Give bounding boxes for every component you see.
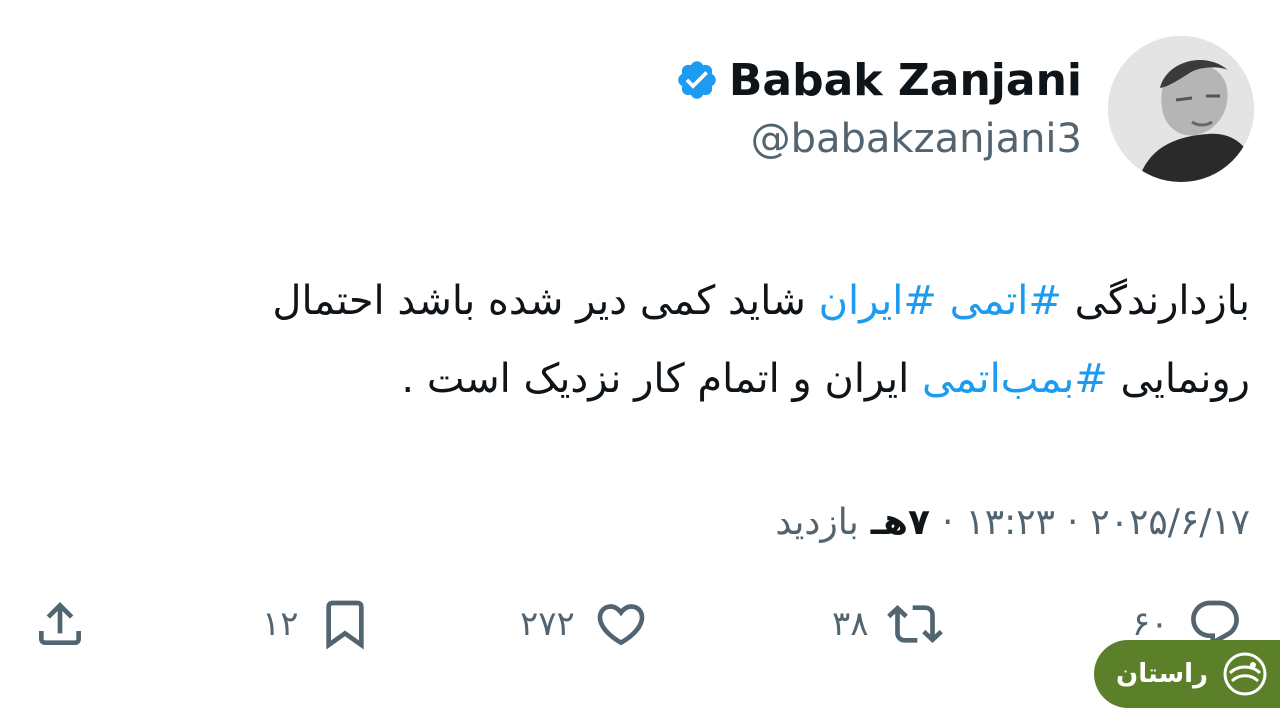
watermark-badge: راستان [1094,640,1280,708]
tweet-text-segment [937,278,950,324]
like-count: ۲۷۲ [520,604,575,644]
avatar[interactable] [1108,36,1254,182]
like-icon [597,604,645,646]
tweet-text-segment: ایران و اتمام کار نزدیک است . [401,356,922,402]
verified-badge-icon [678,61,716,99]
tweet-meta: ۲۰۲۵/۶/۱۷ · ۱۳:۲۳ · ۷هـ بازدید [775,494,1250,550]
share-icon [39,602,81,645]
tweet-line-1: بازدارندگی #اتمی #ایران شاید کمی دیر شده… [30,262,1250,340]
retweet-count: ۳۸ [832,604,869,644]
profile-name-row: Babak Zanjani [675,52,1082,108]
views-label: بازدید [775,501,859,543]
hashtag-link[interactable]: #بمب‌اتمی [922,356,1108,402]
bookmark-count: ۱۲ [262,604,299,644]
avatar-image [1108,36,1254,182]
display-name[interactable]: Babak Zanjani [729,55,1082,106]
bookmark-icon [325,600,364,650]
retweet-icon [886,605,943,643]
tweet-text: بازدارندگی #اتمی #ایران شاید کمی دیر شده… [30,262,1250,418]
meta-separator: · [942,501,954,543]
hashtag-link[interactable]: #ایران [819,278,937,324]
watermark-text: راستان [1116,659,1209,689]
tweet-date[interactable]: ۲۰۲۵/۶/۱۷ [1090,502,1250,543]
bookmark-button[interactable]: ۱۲ [262,586,373,662]
tweet-text-segment: بازدارندگی [1061,278,1250,324]
tweet-text-segment: رونمایی [1107,356,1250,402]
views-count: ۷هـ [870,501,930,543]
retweet-button[interactable]: ۳۸ [832,586,943,662]
hashtag-link[interactable]: #اتمی [950,278,1062,324]
user-handle[interactable]: @babakzanjani3 [751,116,1082,162]
tweet-text-segment: شاید کمی دیر شده باشد احتمال [272,278,819,324]
reply-count: ۶۰ [1132,604,1169,644]
share-button[interactable] [32,586,88,662]
action-bar: ۱۲ ۲۷۲ ۳۸ ۶۰ [0,586,1280,662]
tweet-line-2: رونمایی #بمب‌اتمی ایران و اتمام کار نزدی… [30,340,1250,418]
tweet-time[interactable]: ۱۳:۲۳ [965,502,1054,543]
watermark-logo-icon [1223,652,1267,696]
like-button[interactable]: ۲۷۲ [520,586,649,662]
meta-separator: · [1066,501,1079,543]
